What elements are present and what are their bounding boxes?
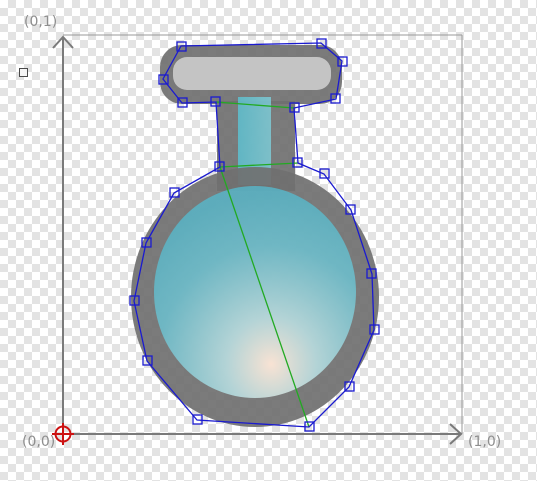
editor-canvas[interactable] [0, 0, 537, 481]
origin-crosshair-icon[interactable] [52, 423, 74, 445]
flask-cap-glass [173, 57, 331, 90]
flask-liquid [154, 186, 356, 398]
x-axis [63, 423, 463, 445]
flask-sprite [131, 45, 379, 427]
y-axis [52, 35, 74, 434]
